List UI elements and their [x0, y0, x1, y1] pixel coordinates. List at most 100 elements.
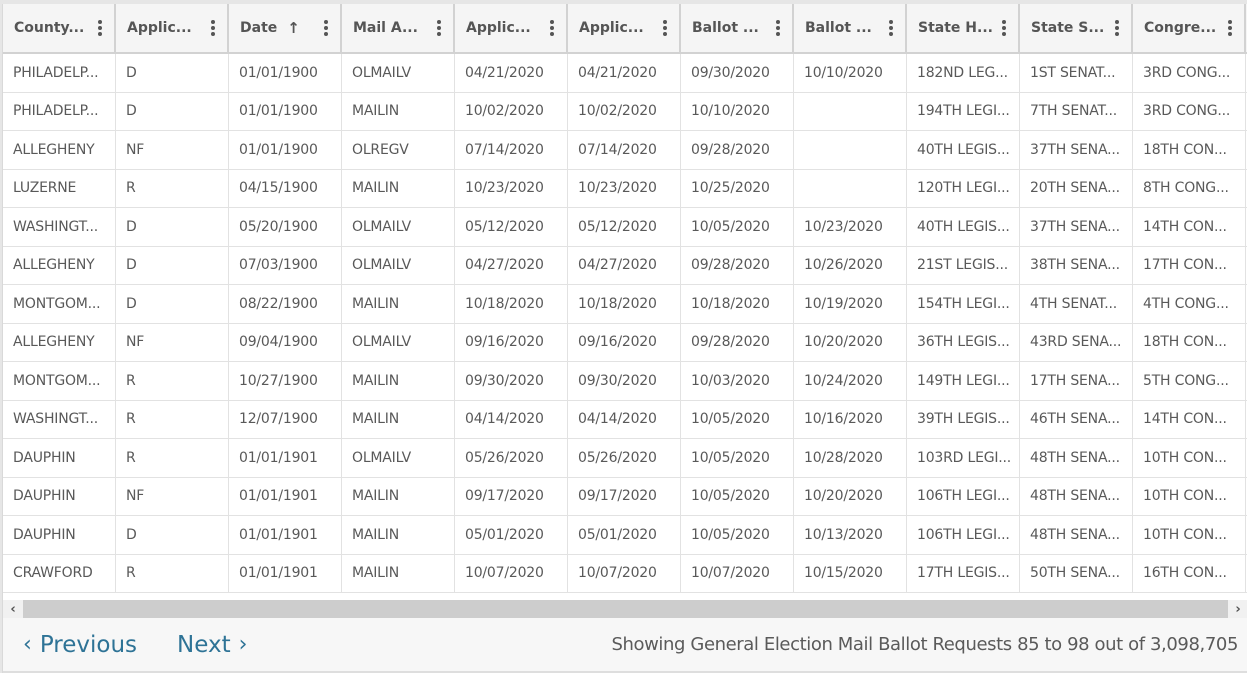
next-button[interactable]: Next ›: [177, 632, 247, 658]
table-row[interactable]: DAUPHIN D 01/01/1901 MAILIN 05/01/2020 05/01/…: [3, 516, 1247, 555]
column-menu-icon[interactable]: [776, 20, 780, 36]
table-cell: 07/14/2020: [455, 131, 568, 169]
table-cell: 17TH SENA...: [1020, 362, 1133, 400]
table-cell: 10/02/2020: [568, 92, 681, 130]
table-cell: 8TH CONG...: [1133, 169, 1246, 207]
table-row[interactable]: MONTGOM... R 10/27/1900 MAILIN 09/30/2020 09/…: [3, 362, 1247, 401]
table-cell: MAILIN: [342, 400, 455, 438]
table-cell: MAILIN: [342, 92, 455, 130]
column-menu-icon[interactable]: [211, 20, 215, 36]
table-cell: 01/01/1900: [229, 131, 342, 169]
table-cell: 04/27/2020: [568, 246, 681, 284]
table-row[interactable]: MONTGOM... D 08/22/1900 MAILIN 10/18/2020 10/…: [3, 285, 1247, 324]
table-cell: 46TH SENA...: [1020, 400, 1133, 438]
table-cell: 09/30/2020: [568, 362, 681, 400]
table-cell: 01/01/1900: [229, 92, 342, 130]
table-row[interactable]: CRAWFORD R 01/01/1901 MAILIN 10/07/2020 10/07…: [3, 554, 1247, 593]
column-header[interactable]: Applic...: [568, 4, 681, 52]
table-cell: D: [116, 246, 229, 284]
table-row[interactable]: ALLEGHENY NF 09/04/1900 OLMAILV 09/16/2020 09…: [3, 323, 1247, 362]
column-header[interactable]: Ballot ...: [681, 4, 794, 52]
table-cell: 3RD CONG...: [1133, 92, 1246, 130]
scroll-right-button[interactable]: ›: [1228, 600, 1247, 618]
table-cell: 36TH LEGIS...: [907, 323, 1020, 361]
table-row[interactable]: ALLEGHENY NF 01/01/1900 OLREGV 07/14/2020 07/…: [3, 131, 1247, 170]
table-row[interactable]: DAUPHIN NF 01/01/1901 MAILIN 09/17/2020 09/17…: [3, 477, 1247, 516]
table-cell: 01/01/1901: [229, 516, 342, 554]
column-header[interactable]: Applic...: [116, 4, 229, 52]
table-cell: 10/03/2020: [681, 362, 794, 400]
sort-ascending-icon[interactable]: ↑: [287, 19, 300, 37]
table-cell: 04/27/2020: [455, 246, 568, 284]
column-menu-icon[interactable]: [550, 20, 554, 36]
table-cell: DAUPHIN: [3, 477, 116, 515]
table-cell: NF: [116, 323, 229, 361]
table-row[interactable]: PHILADELP... D 01/01/1900 MAILIN 10/02/2020 1…: [3, 92, 1247, 131]
table-cell: 10/23/2020: [794, 208, 907, 246]
table-cell: 10/18/2020: [455, 285, 568, 323]
table-cell: MAILIN: [342, 554, 455, 592]
table-cell: 10/10/2020: [794, 54, 907, 92]
table-cell: R: [116, 362, 229, 400]
column-header[interactable]: Mail A...: [342, 4, 455, 52]
table-cell: 10/25/2020: [681, 169, 794, 207]
column-menu-icon[interactable]: [1228, 20, 1232, 36]
column-menu-icon[interactable]: [437, 20, 441, 36]
table-cell: 10/05/2020: [681, 516, 794, 554]
table-cell: D: [116, 285, 229, 323]
table-cell: ALLEGHENY: [3, 323, 116, 361]
table-cell: [794, 169, 907, 207]
column-header[interactable]: Date ↑: [229, 4, 342, 52]
column-menu-icon[interactable]: [324, 20, 328, 36]
table-row[interactable]: WASHINGT... D 05/20/1900 OLMAILV 05/12/2020 0…: [3, 208, 1247, 247]
table-cell: 10/26/2020: [794, 246, 907, 284]
table-cell: D: [116, 516, 229, 554]
table-cell: 01/01/1900: [229, 54, 342, 92]
table-cell: 10/05/2020: [681, 477, 794, 515]
table-cell: 10/27/1900: [229, 362, 342, 400]
column-menu-icon[interactable]: [98, 20, 102, 36]
column-header-label: Ballot ...: [692, 20, 759, 36]
table-cell: LUZERNE: [3, 169, 116, 207]
table-cell: R: [116, 554, 229, 592]
column-menu-icon[interactable]: [1115, 20, 1119, 36]
column-header[interactable]: State H...: [907, 4, 1020, 52]
table-cell: WASHINGT...: [3, 208, 116, 246]
table-cell: NF: [116, 131, 229, 169]
column-menu-icon[interactable]: [889, 20, 893, 36]
previous-button[interactable]: ‹ Previous: [23, 632, 137, 658]
table-cell: R: [116, 169, 229, 207]
column-header[interactable]: Ballot ...: [794, 4, 907, 52]
table-cell: 05/01/2020: [568, 516, 681, 554]
table-cell: 07/03/1900: [229, 246, 342, 284]
table-row[interactable]: WASHINGT... R 12/07/1900 MAILIN 04/14/2020 04…: [3, 400, 1247, 439]
table-cell: 50TH SENA...: [1020, 554, 1133, 592]
scroll-left-button[interactable]: ‹: [3, 600, 23, 618]
table-row[interactable]: ALLEGHENY D 07/03/1900 OLMAILV 04/27/2020 04/…: [3, 246, 1247, 285]
column-header[interactable]: State S...: [1020, 4, 1133, 52]
table-cell: 10TH CON...: [1133, 439, 1246, 477]
table-cell: [794, 131, 907, 169]
table-cell: CRAWFORD: [3, 554, 116, 592]
column-header[interactable]: County...: [3, 4, 116, 52]
table-row[interactable]: DAUPHIN R 01/01/1901 OLMAILV 05/26/2020 05/26…: [3, 439, 1247, 478]
table-cell: 1ST SENAT...: [1020, 54, 1133, 92]
table-row[interactable]: LUZERNE R 04/15/1900 MAILIN 10/23/2020 10/23/…: [3, 169, 1247, 208]
table-cell: MONTGOM...: [3, 362, 116, 400]
column-menu-icon[interactable]: [1002, 20, 1006, 36]
scrollbar-thumb[interactable]: [23, 600, 1228, 618]
table-cell: 10/20/2020: [794, 323, 907, 361]
table-cell: 10/28/2020: [794, 439, 907, 477]
scrollbar-track[interactable]: [23, 600, 1228, 618]
table-cell: MAILIN: [342, 362, 455, 400]
table-cell: ALLEGHENY: [3, 246, 116, 284]
table-row[interactable]: PHILADELP... D 01/01/1900 OLMAILV 04/21/2020…: [3, 54, 1247, 93]
table-cell: [794, 92, 907, 130]
previous-label: Previous: [39, 631, 138, 658]
horizontal-scrollbar[interactable]: ‹ ›: [3, 600, 1247, 618]
table-cell: 5TH CONG...: [1133, 362, 1246, 400]
column-header[interactable]: Applic...: [455, 4, 568, 52]
table-cell: 18TH CON...: [1133, 323, 1246, 361]
column-header[interactable]: Congre...: [1133, 4, 1246, 52]
column-menu-icon[interactable]: [663, 20, 667, 36]
